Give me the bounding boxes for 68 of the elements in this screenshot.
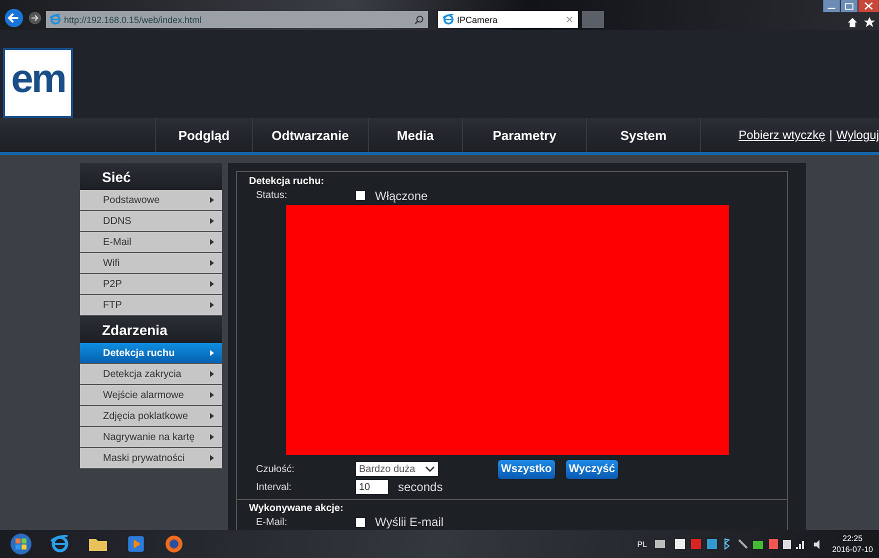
section-heading: Wykonywane akcje: <box>249 502 344 515</box>
browser-logo-icon <box>50 14 61 25</box>
window-controls-icon[interactable] <box>823 0 879 13</box>
unit-label: seconds <box>398 480 443 494</box>
language-indicator[interactable]: PL <box>637 540 648 548</box>
field-label: E-Mail: <box>255 516 288 528</box>
sidebar-item[interactable]: Podstawowe <box>80 190 222 211</box>
sensitivity-dropdown[interactable]: Bardzo duża <box>356 462 438 476</box>
clock-time: 22:25 <box>842 533 863 544</box>
header-link[interactable]: Wyloguj <box>836 128 879 142</box>
checkbox-label: Wyślii E-mail <box>375 515 444 530</box>
nav-tab[interactable]: Media <box>368 118 462 152</box>
nav-tab[interactable]: System <box>586 118 700 152</box>
sidebar-section-title: Zdarzenia <box>80 316 222 343</box>
caret-icon <box>210 350 214 356</box>
nav-tab[interactable]: Podgląd <box>155 118 252 152</box>
close-icon[interactable] <box>566 16 573 23</box>
sidebar-item[interactable]: Zdjęcia poklatkowe <box>80 406 222 427</box>
caret-icon <box>210 413 214 419</box>
sidebar-item[interactable]: Wejście alarmowe <box>80 385 222 406</box>
sidebar-item[interactable]: Wifi <box>80 253 222 274</box>
caret-icon <box>210 302 214 308</box>
nav-tab[interactable]: Parametry <box>462 118 586 152</box>
action-button[interactable]: Wyczyść <box>566 460 618 479</box>
checkbox-label: Włączone <box>375 188 428 203</box>
nav-tab[interactable]: Odtwarzanie <box>252 118 368 152</box>
action-button[interactable]: Wszystko <box>498 460 555 479</box>
media-player-icon[interactable] <box>126 535 146 553</box>
caret-icon <box>210 371 214 377</box>
caret-icon <box>210 434 214 440</box>
caret-icon <box>210 218 214 224</box>
globe-icon[interactable] <box>164 535 184 553</box>
caret-icon <box>210 392 214 398</box>
tray-icons-drawing[interactable] <box>655 538 806 550</box>
field-label: Interval: <box>255 482 293 493</box>
checkbox[interactable] <box>356 191 365 200</box>
field-label: Status: <box>255 190 288 202</box>
start-orb-icon[interactable] <box>10 533 32 555</box>
caret-icon <box>210 281 214 287</box>
checkbox[interactable] <box>356 518 365 527</box>
browser-logo-icon[interactable] <box>50 535 70 553</box>
header-link[interactable]: Pobierz wtyczkę <box>738 128 826 142</box>
search-icon[interactable] <box>414 14 424 24</box>
sidebar-item[interactable]: P2P <box>80 274 222 295</box>
interval-input[interactable]: 10 <box>356 480 388 494</box>
sidebar-item[interactable]: DDNS <box>80 211 222 232</box>
clock-date: 2016-07-10 <box>832 544 873 555</box>
section-heading: Detekcja ruchu: <box>249 176 326 188</box>
logo: em <box>3 48 73 118</box>
sidebar-item[interactable]: Detekcja ruchu <box>80 343 222 364</box>
browser-tab[interactable]: IPCamera <box>438 11 578 28</box>
sidebar-item[interactable]: Maski prywatności <box>80 448 222 469</box>
caret-icon <box>210 455 214 461</box>
caret-icon <box>210 260 214 266</box>
caret-icon <box>210 197 214 203</box>
chevron-down-icon <box>425 466 435 472</box>
sidebar-item[interactable]: Detekcja zakrycia <box>80 364 222 385</box>
sidebar-section-title: Sieć <box>80 163 222 190</box>
sidebar-item[interactable]: Nagrywanie na kartę <box>80 427 222 448</box>
address-bar[interactable]: http://192.168.0.15/web/index.html <box>46 11 428 28</box>
sidebar-item[interactable]: E-Mail <box>80 232 222 253</box>
caret-icon <box>210 239 214 245</box>
browser-logo-icon <box>443 14 454 25</box>
star-icon[interactable] <box>864 17 875 28</box>
field-label: Czułość: <box>255 464 296 475</box>
sidebar-item[interactable]: FTP <box>80 295 222 316</box>
link-separator: | <box>829 128 832 142</box>
home-icon[interactable] <box>847 17 858 28</box>
